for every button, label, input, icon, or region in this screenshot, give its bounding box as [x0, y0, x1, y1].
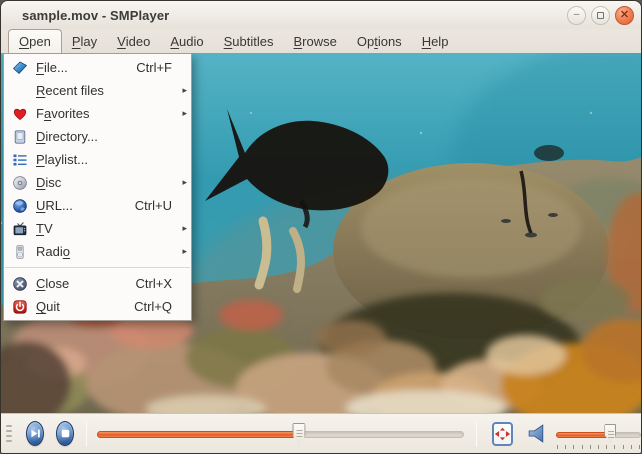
menu-separator	[5, 267, 190, 268]
favorites-heart-icon	[11, 106, 29, 122]
directory-icon	[11, 129, 29, 145]
titlebar[interactable]: sample.mov - SMPlayer – ✕	[1, 1, 641, 29]
menubar-item-options[interactable]: Options	[347, 29, 412, 53]
minimize-button[interactable]: –	[567, 6, 586, 25]
menu-item-label: Disc	[36, 175, 61, 190]
submenu-arrow-icon: ▸	[177, 247, 187, 256]
menubar-item-play[interactable]: Play	[62, 29, 107, 53]
submenu-arrow-icon: ▸	[177, 178, 187, 187]
smplayer-window: sample.mov - SMPlayer – ✕ OpenPlayVideoA…	[0, 0, 642, 454]
volume-level	[556, 432, 610, 438]
menu-item-disc[interactable]: Disc ▸	[4, 171, 191, 194]
submenu-arrow-icon: ▸	[177, 86, 187, 95]
seek-slider-thumb[interactable]	[292, 423, 305, 445]
menu-item-shortcut: Ctrl+Q	[134, 299, 177, 314]
toolbar-drag-handle[interactable]	[4, 421, 14, 446]
play-pause-button[interactable]	[26, 421, 44, 446]
menu-item-label: TV	[36, 221, 53, 236]
menu-item-shortcut: Ctrl+X	[136, 276, 177, 291]
menu-item-favorites[interactable]: Favorites ▸	[4, 102, 191, 125]
menu-item-label: URL...	[36, 198, 73, 213]
volume-slider[interactable]	[556, 424, 641, 450]
disc-icon	[11, 175, 29, 191]
seek-slider[interactable]	[97, 421, 464, 447]
play-pause-icon	[29, 427, 42, 440]
fullscreen-icon	[494, 427, 511, 441]
menu-item-playlist[interactable]: Playlist...	[4, 148, 191, 171]
menu-item-label: Playlist...	[36, 152, 88, 167]
fullscreen-button[interactable]	[492, 422, 513, 446]
maximize-icon	[597, 12, 604, 19]
menubar-item-video[interactable]: Video	[107, 29, 160, 53]
menu-item-label: Favorites	[36, 106, 89, 121]
menu-item-label: Directory...	[36, 129, 98, 144]
menu-item-label: Quit	[36, 299, 60, 314]
toolbar-separator	[476, 421, 477, 447]
menu-item-quit[interactable]: Quit Ctrl+Q	[4, 295, 191, 318]
menu-item-label: Recent files	[36, 83, 104, 98]
url-globe-icon	[11, 198, 29, 214]
submenu-arrow-icon: ▸	[177, 109, 187, 118]
menubar-item-open[interactable]: Open	[8, 29, 62, 53]
quit-icon	[11, 299, 29, 315]
menubar-item-help[interactable]: Help	[412, 29, 459, 53]
menubar-item-browse[interactable]: Browse	[284, 29, 347, 53]
stop-icon	[59, 427, 72, 440]
speaker-icon	[526, 423, 547, 444]
close-button[interactable]: ✕	[615, 6, 634, 25]
menu-item-file[interactable]: File... Ctrl+F	[4, 56, 191, 79]
volume-mute-toggle[interactable]	[526, 423, 547, 444]
menu-item-shortcut: Ctrl+F	[136, 60, 177, 75]
control-bar	[1, 413, 641, 453]
menubar: OpenPlayVideoAudioSubtitlesBrowseOptions…	[1, 29, 641, 53]
maximize-button[interactable]	[591, 6, 610, 25]
stop-button[interactable]	[56, 421, 74, 446]
menu-item-close[interactable]: Close Ctrl+X	[4, 272, 191, 295]
menu-item-radio[interactable]: Radio ▸	[4, 240, 191, 263]
menu-item-tv[interactable]: TV ▸	[4, 217, 191, 240]
menu-item-url[interactable]: URL... Ctrl+U	[4, 194, 191, 217]
toolbar-separator	[86, 421, 87, 447]
window-controls: – ✕	[567, 6, 641, 25]
menubar-item-subtitles[interactable]: Subtitles	[214, 29, 284, 53]
close-icon	[11, 276, 29, 292]
menu-item-recent-files[interactable]: Recent files ▸	[4, 79, 191, 102]
no-icon	[11, 83, 29, 99]
tv-icon	[11, 221, 29, 237]
volume-slider-thumb[interactable]	[604, 424, 616, 443]
menu-item-directory[interactable]: Directory...	[4, 125, 191, 148]
menubar-item-audio[interactable]: Audio	[160, 29, 213, 53]
open-menu-panel: File... Ctrl+F Recent files ▸ Favorites ▸ Dire…	[3, 53, 192, 321]
menu-item-label: Close	[36, 276, 69, 291]
seek-progress	[97, 431, 299, 438]
volume-tick-marks	[557, 445, 640, 449]
radio-icon	[11, 244, 29, 260]
menu-item-label: Radio	[36, 244, 70, 259]
submenu-arrow-icon: ▸	[177, 224, 187, 233]
window-title: sample.mov - SMPlayer	[1, 8, 169, 23]
playlist-icon	[11, 152, 29, 168]
menu-item-label: File...	[36, 60, 68, 75]
menu-item-shortcut: Ctrl+U	[135, 198, 177, 213]
file-icon	[11, 60, 29, 76]
